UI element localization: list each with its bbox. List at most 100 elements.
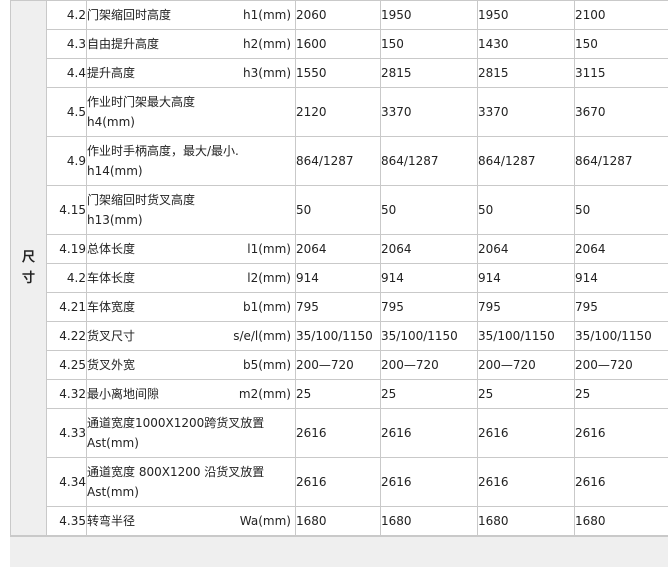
row-number: 4.22 (47, 322, 87, 351)
row-item-symbol: h1(mm) (243, 5, 291, 25)
row-item-symbol: l1(mm) (247, 239, 291, 259)
row-value-model-4: 2064 (575, 235, 668, 264)
row-value-model-4: 3670 (575, 88, 668, 137)
row-value-model-2: 25 (381, 380, 478, 409)
row-value-model-3: 25 (478, 380, 575, 409)
row-item-symbol: h14(mm) (87, 161, 295, 181)
row-item-cell: 自由提升高度h2(mm) (87, 30, 296, 59)
row-value-model-4: 2616 (575, 409, 668, 458)
row-value-model-1: 2060 (296, 1, 381, 30)
row-item-symbol: b1(mm) (243, 297, 291, 317)
row-value-model-2: 795 (381, 293, 478, 322)
row-item-symbol: b5(mm) (243, 355, 291, 375)
row-item-cell: 通道宽度 800X1200 沿货叉放置Ast(mm) (87, 458, 296, 507)
spec-table-body: 尺寸4.2门架缩回时高度h1(mm)20601950195021004.3自由提… (11, 1, 668, 536)
row-item-cell: 总体长度l1(mm) (87, 235, 296, 264)
row-item-symbol: Ast(mm) (87, 433, 295, 453)
row-number: 4.5 (47, 88, 87, 137)
row-value-model-2: 2064 (381, 235, 478, 264)
row-value-model-3: 795 (478, 293, 575, 322)
row-item-cell: 货叉尺寸s/e/l(mm) (87, 322, 296, 351)
table-row: 4.32最小离地间隙m2(mm)25252525 (11, 380, 668, 409)
row-item-name: 通道宽度 800X1200 沿货叉放置 (87, 462, 295, 482)
row-item-name: 通道宽度1000X1200跨货叉放置 (87, 413, 295, 433)
row-item-cell: 通道宽度1000X1200跨货叉放置Ast(mm) (87, 409, 296, 458)
row-value-model-4: 50 (575, 186, 668, 235)
category-label-line1: 尺 (22, 247, 35, 268)
table-row: 4.4提升高度h3(mm)1550281528153115 (11, 59, 668, 88)
row-value-model-1: 200—720 (296, 351, 381, 380)
row-number: 4.32 (47, 380, 87, 409)
table-row: 4.3自由提升高度h2(mm)16001501430150 (11, 30, 668, 59)
row-value-model-3: 864/1287 (478, 137, 575, 186)
row-value-model-1: 1600 (296, 30, 381, 59)
row-value-model-1: 2616 (296, 458, 381, 507)
row-number: 4.2 (47, 1, 87, 30)
row-item-symbol: m2(mm) (239, 384, 291, 404)
row-value-model-4: 150 (575, 30, 668, 59)
table-row: 4.2车体长度l2(mm)914914914914 (11, 264, 668, 293)
row-value-model-4: 1680 (575, 507, 668, 536)
row-value-model-2: 914 (381, 264, 478, 293)
table-row: 4.9作业时手柄高度，最大/最小.h14(mm)864/1287864/1287… (11, 137, 668, 186)
row-number: 4.15 (47, 186, 87, 235)
table-row: 4.21车体宽度b1(mm)795795795795 (11, 293, 668, 322)
row-item-symbol: l2(mm) (247, 268, 291, 288)
row-value-model-2: 2815 (381, 59, 478, 88)
row-value-model-2: 3370 (381, 88, 478, 137)
row-item-name: 作业时门架最大高度 (87, 92, 295, 112)
row-value-model-2: 200—720 (381, 351, 478, 380)
row-item-symbol: s/e/l(mm) (233, 326, 291, 346)
table-footer-bar (10, 536, 668, 567)
row-number: 4.9 (47, 137, 87, 186)
row-item-cell: 货叉外宽b5(mm) (87, 351, 296, 380)
row-value-model-2: 35/100/1150 (381, 322, 478, 351)
row-number: 4.25 (47, 351, 87, 380)
row-value-model-3: 50 (478, 186, 575, 235)
row-item-cell: 门架缩回时高度h1(mm) (87, 1, 296, 30)
row-value-model-1: 1550 (296, 59, 381, 88)
row-value-model-4: 25 (575, 380, 668, 409)
row-value-model-4: 3115 (575, 59, 668, 88)
row-number: 4.19 (47, 235, 87, 264)
row-value-model-1: 2064 (296, 235, 381, 264)
row-item-cell: 提升高度h3(mm) (87, 59, 296, 88)
table-row: 4.15门架缩回时货叉高度h13(mm)50505050 (11, 186, 668, 235)
row-value-model-2: 2616 (381, 458, 478, 507)
row-value-model-3: 2815 (478, 59, 575, 88)
row-value-model-1: 25 (296, 380, 381, 409)
row-value-model-4: 914 (575, 264, 668, 293)
table-row: 尺寸4.2门架缩回时高度h1(mm)2060195019502100 (11, 1, 668, 30)
row-value-model-1: 2616 (296, 409, 381, 458)
row-value-model-1: 914 (296, 264, 381, 293)
row-value-model-4: 864/1287 (575, 137, 668, 186)
row-value-model-4: 2100 (575, 1, 668, 30)
table-row: 4.33通道宽度1000X1200跨货叉放置Ast(mm)26162616261… (11, 409, 668, 458)
row-number: 4.21 (47, 293, 87, 322)
row-value-model-1: 2120 (296, 88, 381, 137)
row-item-symbol: h3(mm) (243, 63, 291, 83)
row-item-cell: 转弯半径Wa(mm) (87, 507, 296, 536)
row-item-name: 作业时手柄高度，最大/最小. (87, 141, 295, 161)
row-item-symbol: h2(mm) (243, 34, 291, 54)
row-value-model-3: 200—720 (478, 351, 575, 380)
row-value-model-4: 2616 (575, 458, 668, 507)
row-item-symbol: h13(mm) (87, 210, 295, 230)
row-value-model-3: 1430 (478, 30, 575, 59)
category-label-line2: 寸 (22, 268, 35, 289)
row-item-cell: 门架缩回时货叉高度h13(mm) (87, 186, 296, 235)
table-row: 4.19总体长度l1(mm)2064206420642064 (11, 235, 668, 264)
row-number: 4.3 (47, 30, 87, 59)
row-value-model-3: 1680 (478, 507, 575, 536)
row-item-cell: 车体宽度b1(mm) (87, 293, 296, 322)
row-value-model-2: 864/1287 (381, 137, 478, 186)
table-row: 4.22货叉尺寸s/e/l(mm)35/100/115035/100/11503… (11, 322, 668, 351)
table-row: 4.5作业时门架最大高度h4(mm)2120337033703670 (11, 88, 668, 137)
row-item-symbol: Ast(mm) (87, 482, 295, 502)
row-item-symbol: Wa(mm) (240, 511, 291, 531)
table-row: 4.34通道宽度 800X1200 沿货叉放置Ast(mm)2616261626… (11, 458, 668, 507)
row-value-model-3: 35/100/1150 (478, 322, 575, 351)
table-row: 4.35转弯半径Wa(mm)1680168016801680 (11, 507, 668, 536)
row-number: 4.4 (47, 59, 87, 88)
row-value-model-2: 150 (381, 30, 478, 59)
